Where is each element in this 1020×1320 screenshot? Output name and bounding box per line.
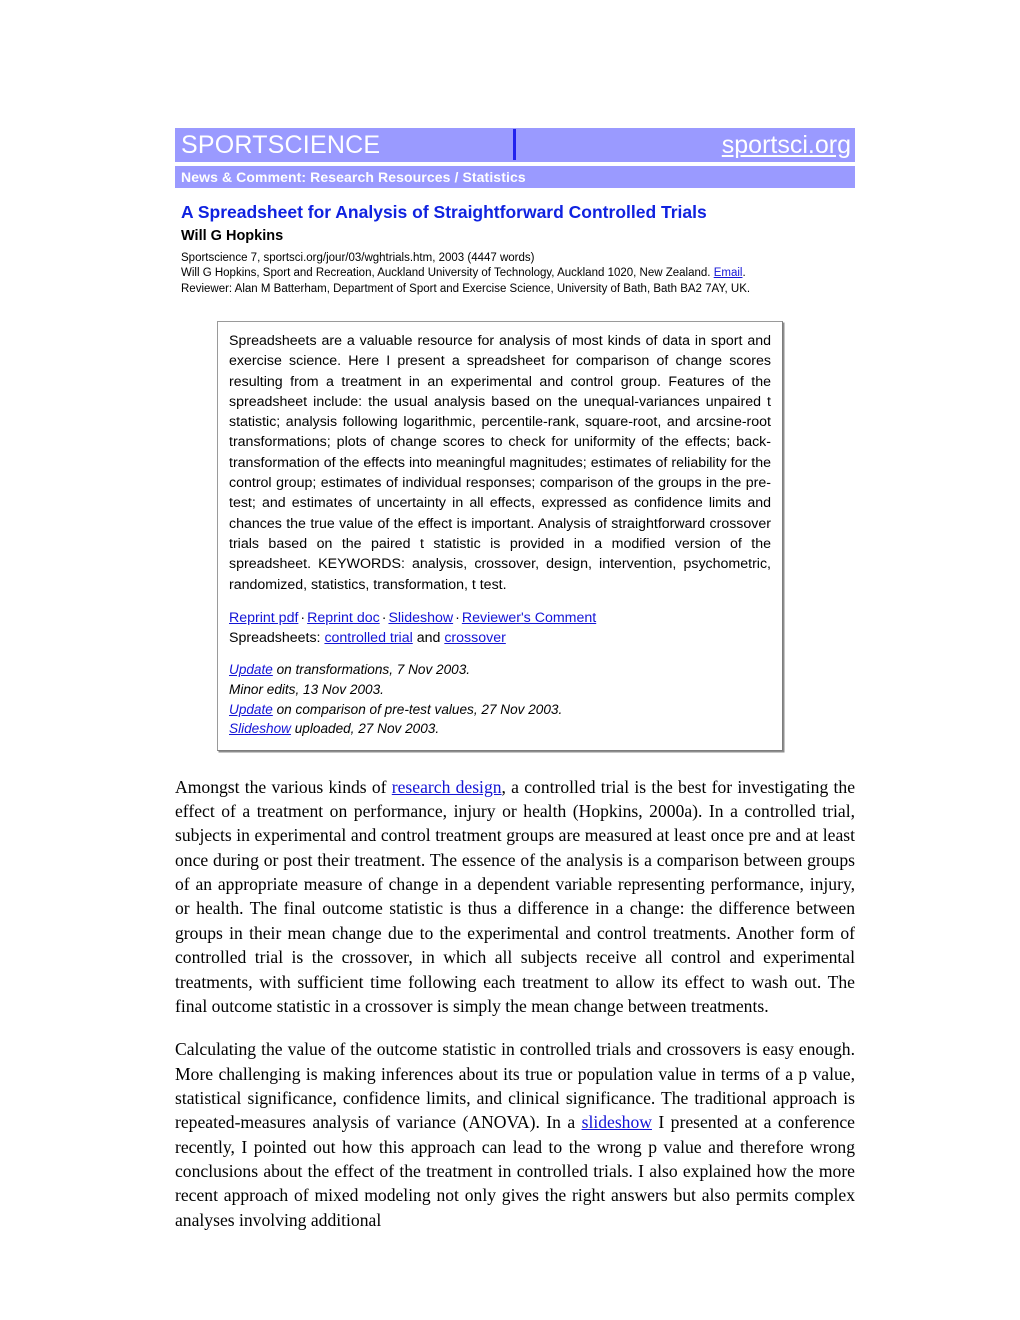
spreadsheets-row: Spreadsheets: controlled trial and cross… bbox=[229, 628, 771, 648]
link-separator: · bbox=[300, 609, 306, 626]
update-link[interactable]: Update bbox=[229, 702, 273, 717]
affiliation-text: Will G Hopkins, Sport and Recreation, Au… bbox=[181, 267, 714, 280]
update-text: uploaded, 27 Nov 2003. bbox=[290, 721, 440, 737]
article-body: Amongst the various kinds of research de… bbox=[175, 775, 855, 1232]
link-separator: · bbox=[455, 609, 460, 626]
article-author: Will G Hopkins bbox=[181, 228, 284, 245]
update-link[interactable]: Update bbox=[229, 662, 273, 677]
body-paragraph-1: Amongst the various kinds of research de… bbox=[175, 775, 855, 1019]
controlled-trial-spreadsheet-link[interactable]: controlled trial bbox=[324, 630, 412, 646]
site-brand-title: SPORTSCIENCE bbox=[181, 130, 381, 159]
research-design-link[interactable]: research design bbox=[392, 777, 502, 797]
article-title: A Spreadsheet for Analysis of Straightfo… bbox=[181, 202, 707, 222]
paragraph-text: , a controlled trial is the best for inv… bbox=[175, 776, 856, 1016]
update-text: on comparison of pre-test values, 27 Nov… bbox=[272, 701, 563, 717]
slideshow-link[interactable]: Slideshow bbox=[388, 610, 453, 626]
reprint-doc-link[interactable]: Reprint doc bbox=[307, 610, 380, 626]
crossover-spreadsheet-link[interactable]: crossover bbox=[444, 630, 506, 646]
article-reviewer: Reviewer: Alan M Batterham, Department o… bbox=[181, 282, 751, 295]
update-note: Update on transformations, 7 Nov 2003. bbox=[229, 660, 771, 680]
abstract-text: Spreadsheets are a valuable resource for… bbox=[229, 332, 771, 593]
reprint-pdf-link[interactable]: Reprint pdf bbox=[229, 610, 298, 626]
slideshow-inline-link[interactable]: slideshow bbox=[582, 1112, 652, 1132]
abstract-box: Spreadsheets are a valuable resource for… bbox=[217, 320, 783, 751]
resource-links-row: Reprint pdf · Reprint doc · Slideshow · Review… bbox=[229, 608, 771, 628]
update-note: Update on comparison of pre-test values,… bbox=[229, 700, 771, 720]
article-metadata: Sportscience 7, sportsci.org/jour/03/wgh… bbox=[181, 251, 855, 297]
body-paragraph-2: Calculating the value of the outcome sta… bbox=[175, 1037, 855, 1232]
masthead-divider bbox=[513, 129, 516, 160]
article-citation: Sportscience 7, sportsci.org/jour/03/wgh… bbox=[181, 252, 535, 265]
update-text: Minor edits, 13 Nov 2003. bbox=[229, 681, 384, 697]
reviewers-comment-link[interactable]: Reviewer's Comment bbox=[462, 610, 596, 626]
spreadsheets-conjunction: and bbox=[412, 630, 445, 647]
affiliation-period: . bbox=[742, 267, 746, 280]
slideshow-update-link[interactable]: Slideshow bbox=[229, 721, 291, 736]
spreadsheets-label: Spreadsheets: bbox=[229, 630, 325, 647]
site-masthead: SPORTSCIENCE sportsci.org News & Comment… bbox=[175, 128, 855, 188]
email-link[interactable]: Email bbox=[714, 267, 743, 279]
sportsci-org-link[interactable]: sportsci.org bbox=[722, 132, 851, 158]
masthead-section-bar: News & Comment: Research Resources / Sta… bbox=[175, 166, 855, 188]
article-affiliation: Will G Hopkins, Sport and Recreation, Au… bbox=[181, 266, 855, 281]
update-notes: Update on transformations, 7 Nov 2003. M… bbox=[229, 660, 771, 738]
document-page: SPORTSCIENCE sportsci.org News & Comment… bbox=[175, 0, 855, 1232]
paragraph-text: Amongst the various kinds of bbox=[175, 776, 392, 797]
update-note: Minor edits, 13 Nov 2003. bbox=[229, 680, 771, 700]
update-note: Slideshow uploaded, 27 Nov 2003. bbox=[229, 719, 771, 739]
update-text: on transformations, 7 Nov 2003. bbox=[272, 662, 471, 678]
masthead-primary-bar: SPORTSCIENCE sportsci.org bbox=[175, 128, 855, 162]
